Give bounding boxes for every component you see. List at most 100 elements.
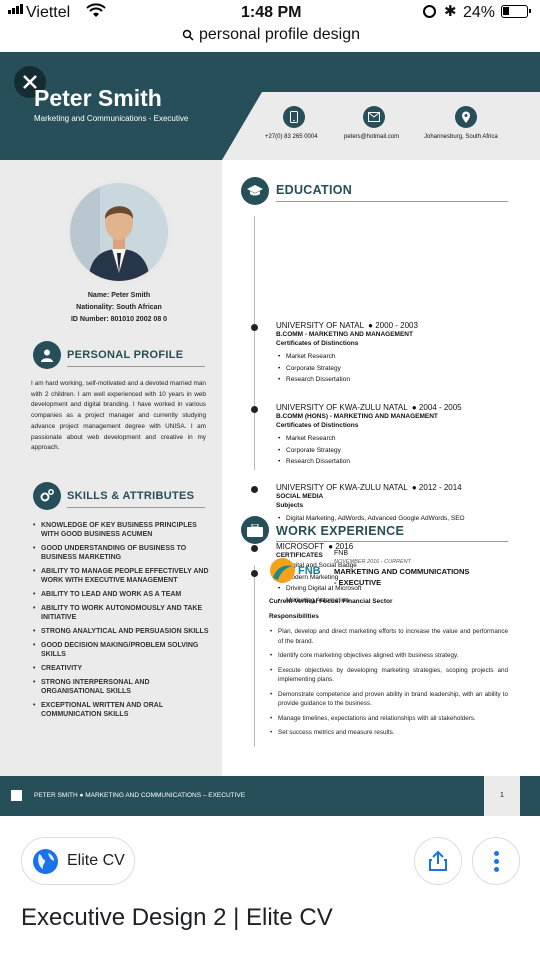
user-icon	[33, 341, 61, 369]
skill-item: ABILITY TO MANAGE PEOPLE EFFECTIVELY AND…	[33, 567, 209, 585]
orientation-lock-icon	[423, 5, 436, 18]
work-company: FNB	[334, 550, 348, 557]
responsibility-item: Manage timelines, expectations and relat…	[270, 714, 508, 724]
skill-item: ABILITY TO WORK AUTONOMOUSLY AND TAKE IN…	[33, 604, 209, 622]
globe-icon	[33, 849, 58, 874]
skills-title: SKILLS & ATTRIBUTES	[67, 490, 195, 502]
share-button[interactable]	[414, 837, 462, 885]
education-degree: SOCIAL MEDIA	[276, 493, 324, 500]
education-item: UNIVERSITY OF NATAL ● 2000 - 2003 B.COMM …	[276, 321, 526, 386]
work-dot	[251, 570, 258, 577]
education-dot	[251, 545, 258, 552]
info-nationality: Nationality: South African	[76, 304, 162, 311]
education-years: 2012 - 2014	[418, 483, 462, 492]
source-label: Elite CV	[67, 852, 125, 869]
education-item: UNIVERSITY OF KWA-ZULU NATAL ● 2004 - 20…	[276, 403, 526, 468]
education-dot	[251, 406, 258, 413]
contact-email: peters@hotmail.com	[344, 134, 400, 140]
resume-header: Peter Smith Marketing and Communications…	[0, 52, 540, 160]
footer-square-icon	[11, 790, 22, 801]
contact-phone: +27(0) 83 265 0004	[265, 134, 318, 140]
search-icon	[182, 28, 194, 46]
work-role-2: - EXECUTIVE	[334, 578, 382, 587]
skills-list: KNOWLEDGE OF KEY BUSINESS PRINCIPLES WIT…	[33, 521, 209, 724]
resume-subtitle: Marketing and Communications - Executive	[34, 114, 189, 123]
education-subheading: Certificates of Distinctions	[276, 422, 359, 429]
work-title: WORK EXPERIENCE	[276, 524, 405, 538]
education-dot	[251, 486, 258, 493]
briefcase-icon	[241, 516, 269, 544]
education-institution: UNIVERSITY OF KWA-ZULU NATAL	[276, 403, 408, 412]
education-bullet: Digital Marketing, AdWords, Advanced Goo…	[278, 513, 526, 525]
resume-right-column: EDUCATION UNIVERSITY OF NATAL ● 2000 - 2…	[222, 160, 540, 776]
url-text: personal profile design	[199, 26, 360, 43]
responsibility-item: Demonstrate competence and proven abilit…	[270, 690, 508, 709]
skill-item: CREATIVITY	[33, 664, 209, 673]
profile-text: I am hard working, self-motivated and a …	[31, 380, 206, 452]
responsibility-item: Identify core marketing objectives align…	[270, 651, 508, 661]
skill-item: STRONG ANALYTICAL AND PERSUASION SKILLS	[33, 627, 209, 636]
education-bullet: Research Dissertation	[278, 374, 526, 386]
skill-item: GOOD UNDERSTANDING OF BUSINESS TO BUSINE…	[33, 544, 209, 562]
image-result-panel: Elite CV Executive Design 2 | Elite CV	[0, 816, 540, 960]
education-years: 2004 - 2005	[418, 403, 462, 412]
graduation-cap-icon	[241, 177, 269, 205]
contact-location: Johannesburg, South Africa	[424, 134, 498, 140]
work-focus: Current Vertical Focus: Financial Sector	[269, 598, 393, 605]
education-institution: MICROSOFT	[276, 542, 324, 551]
responsibilities-list: Plan, develop and direct marketing effor…	[270, 627, 508, 743]
footer-page-number: 1	[484, 776, 520, 816]
work-resp-title: Responsibilities	[269, 613, 319, 620]
education-bullet: Market Research	[278, 351, 526, 363]
responsibility-item: Plan, develop and direct marketing effor…	[270, 627, 508, 646]
education-dot	[251, 324, 258, 331]
footer-text: PETER SMITH ● MARKETING AND COMMUNICATIO…	[34, 792, 246, 799]
status-bar: Viettel 1:48 PM ✱ 24%	[0, 0, 540, 24]
education-subheading: Subjects	[276, 502, 304, 509]
education-degree: B.COMM (HONS) - MARKETING AND MANAGEMENT	[276, 413, 438, 420]
info-name: Name: Peter Smith	[87, 292, 151, 299]
phone-icon	[283, 106, 305, 128]
work-role-1: MARKETING AND COMMUNICATIONS	[334, 567, 470, 576]
email-icon	[363, 106, 385, 128]
share-icon	[429, 850, 447, 871]
fnb-logo	[270, 558, 295, 583]
skill-item: KNOWLEDGE OF KEY BUSINESS PRINCIPLES WIT…	[33, 521, 209, 539]
responsibility-item: Execute objectives by developing marketi…	[270, 666, 508, 685]
gears-icon	[33, 482, 61, 510]
skill-item: ABILITY TO LEAD AND WORK AS A TEAM	[33, 590, 209, 599]
carrier-label: Viettel	[26, 4, 71, 21]
resume-name: Peter Smith	[34, 85, 162, 111]
wifi-icon	[86, 3, 106, 24]
signal-icon	[8, 4, 23, 14]
education-institution: UNIVERSITY OF NATAL	[276, 321, 364, 330]
education-bullet: Market Research	[278, 433, 526, 445]
fnb-logo-text: FNB	[298, 565, 321, 577]
profile-title: PERSONAL PROFILE	[67, 349, 184, 361]
location-icon	[455, 106, 477, 128]
responsibility-item: Set success metrics and measure results.	[270, 728, 508, 738]
skill-item: EXCEPTIONAL WRITTEN AND ORAL COMMUNICATI…	[33, 701, 209, 719]
info-id: ID Number: 801010 2002 08 0	[70, 316, 168, 323]
education-bullet: Corporate Strategy	[278, 363, 526, 375]
resume-footer: PETER SMITH ● MARKETING AND COMMUNICATIO…	[0, 776, 540, 816]
education-institution: UNIVERSITY OF KWA-ZULU NATAL	[276, 483, 408, 492]
more-options-button[interactable]	[472, 837, 520, 885]
education-item: UNIVERSITY OF KWA-ZULU NATAL ● 2012 - 20…	[276, 483, 526, 525]
source-chip[interactable]: Elite CV	[21, 837, 135, 885]
profile-photo	[66, 179, 172, 285]
bluetooth-icon: ✱	[444, 3, 457, 20]
education-title: EDUCATION	[276, 183, 353, 197]
work-dates: NOVEMBER 2016 - CURRENT	[334, 559, 412, 565]
url-bar[interactable]: personal profile design	[0, 24, 540, 52]
education-subheading: Certificates of Distinctions	[276, 340, 359, 347]
skill-item: STRONG INTERPERSONAL AND ORGANISATIONAL …	[33, 678, 209, 696]
result-title[interactable]: Executive Design 2 | Elite CV	[21, 904, 333, 932]
resume-preview[interactable]: Peter Smith Marketing and Communications…	[0, 52, 540, 816]
education-degree: B.COMM - MARKETING AND MANAGEMENT	[276, 331, 413, 338]
resume-left-column: Name: Peter Smith Nationality: South Afr…	[0, 160, 222, 776]
education-bullet: Research Dissertation	[278, 456, 526, 468]
battery-label: 24%	[463, 4, 496, 21]
education-bullet: Driving Digital at Microsoft	[278, 583, 526, 595]
skill-item: GOOD DECISION MAKING/PROBLEM SOLVING SKI…	[33, 641, 209, 659]
